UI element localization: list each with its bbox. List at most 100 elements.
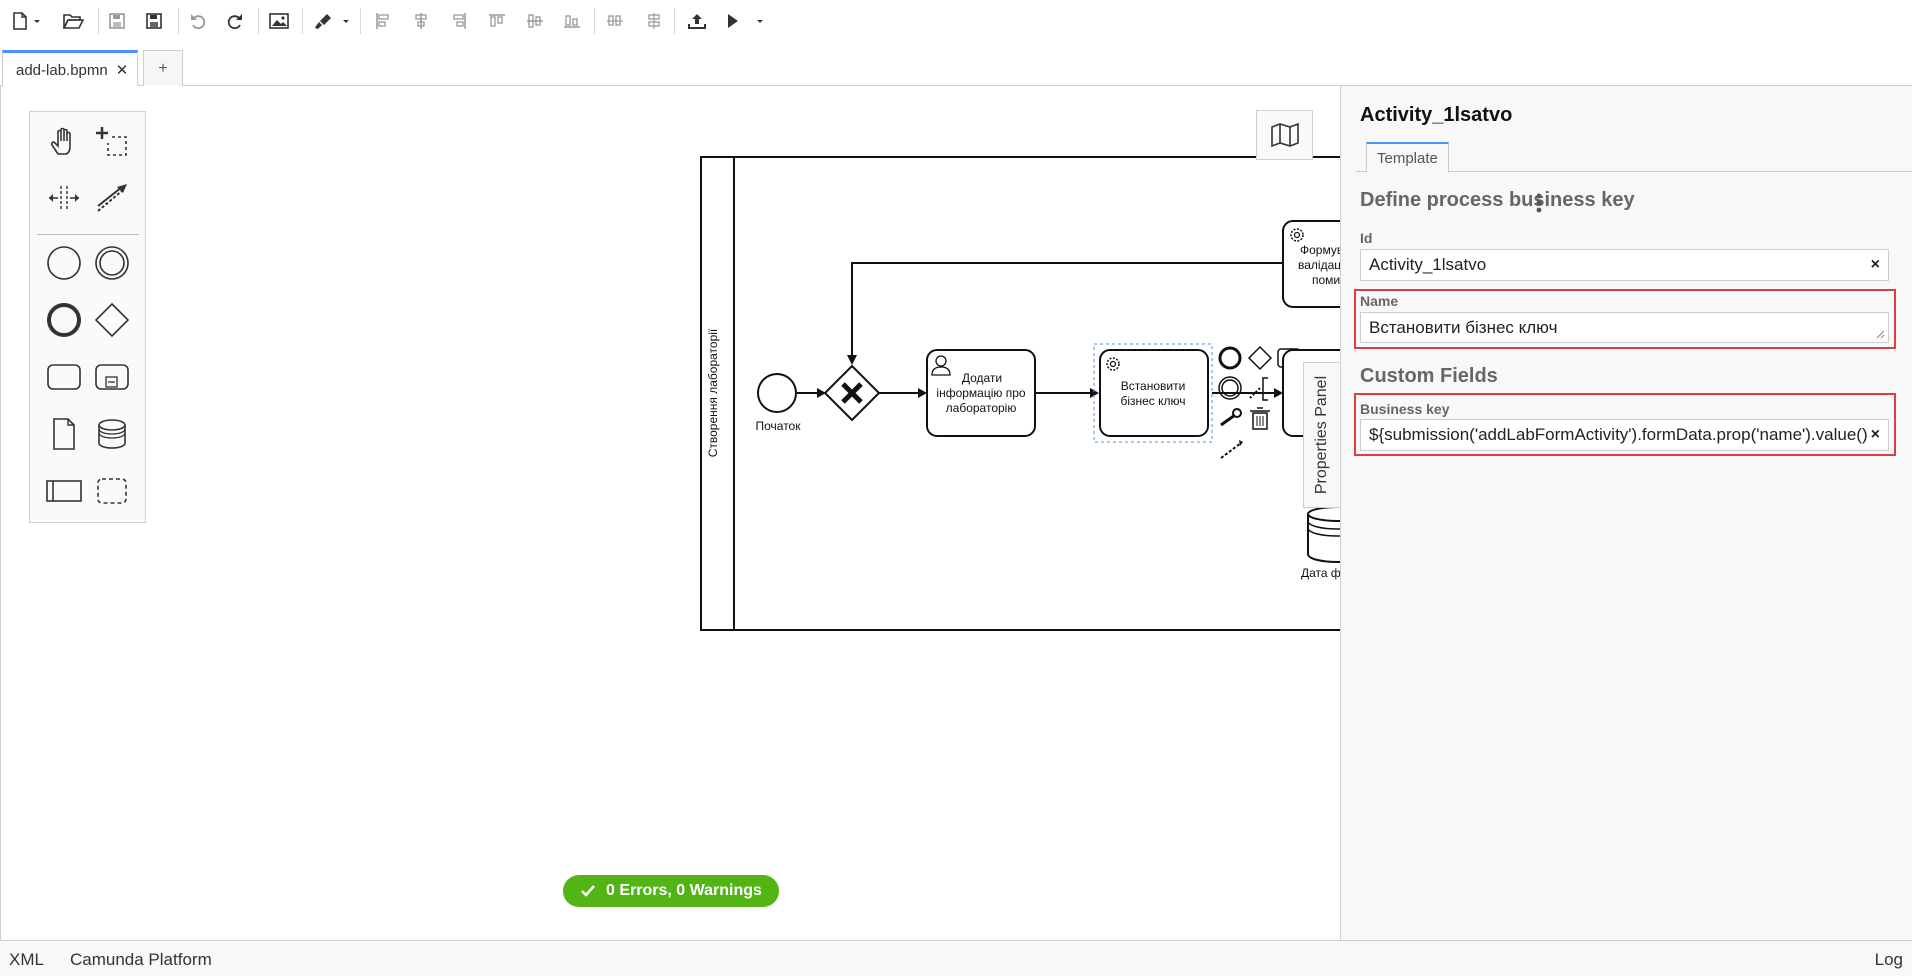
create-group[interactable] [89,468,135,514]
image-icon [269,13,289,29]
play-icon [728,14,763,28]
resize-handle-icon[interactable] [1876,330,1885,339]
top-task-label-line2: валідац [1298,258,1341,272]
tool-palette [29,111,146,523]
connect-icon [1220,442,1242,459]
create-end-event[interactable] [41,297,87,343]
create-data-object[interactable] [41,411,87,457]
name-field[interactable]: Встановити бізнес ключ [1360,312,1889,343]
align-center-button[interactable] [410,8,432,34]
service-task-label-line2: бізнес ключ [1120,394,1185,408]
map-icon [1270,122,1299,148]
create-start-event[interactable] [41,240,87,286]
align-middle-icon [527,14,543,28]
wrench-icon [1220,413,1236,427]
user-task-label-line2: інформацію про [936,386,1025,400]
add-tab-button[interactable]: + [143,50,183,86]
save-as-button[interactable] [141,8,167,34]
new-file-button[interactable] [8,8,44,34]
hand-tool[interactable] [41,119,87,165]
align-right-icon [453,13,466,29]
tab-template[interactable]: Template [1366,142,1449,173]
user-task-label-line3: лабораторію [946,401,1017,415]
custom-fields-title: Custom Fields [1360,365,1498,387]
platform-label[interactable]: Camunda Platform [70,950,212,970]
status-badge[interactable]: 0 Errors, 0 Warnings [563,875,779,907]
user-task-label-line1: Додати [962,371,1002,385]
create-data-store[interactable] [89,411,135,457]
tab-bar: add-lab.bpmn ✕ + [0,48,1912,87]
pool-icon [46,480,82,502]
service-task[interactable] [1099,349,1209,437]
business-key-label: Business key [1360,401,1450,417]
xml-tab[interactable]: XML [9,950,44,970]
clear-business-key-icon[interactable]: × [1866,426,1880,444]
align-middle-button[interactable] [524,8,546,34]
distribute-vertical-icon [648,13,660,29]
create-subprocess[interactable] [89,354,135,400]
start-instance-button[interactable] [724,8,768,34]
align-bottom-icon [564,15,580,28]
data-store-icon [98,419,126,449]
status-text: 0 Errors, 0 Warnings [606,882,762,899]
bpmn-diagram: Створення лабораторії Початок Додати інф… [700,156,1341,631]
clear-id-icon[interactable]: × [1866,256,1880,274]
create-task[interactable] [41,354,87,400]
redo-button[interactable] [222,8,248,34]
close-icon[interactable]: ✕ [116,61,129,79]
start-event-label: Початок [756,419,802,433]
distribute-horizontal-button[interactable] [604,8,626,34]
data-store[interactable] [1307,506,1341,564]
align-right-button[interactable] [448,8,470,34]
redo-icon [227,14,242,30]
start-event[interactable] [757,373,797,413]
save-button[interactable] [104,8,130,34]
align-left-icon [376,13,389,29]
name-value: Встановити бізнес ключ [1369,317,1558,337]
distribute-vertical-button[interactable] [643,8,665,34]
business-key-field[interactable]: ${submission('addLabFormActivity').formD… [1360,419,1889,451]
id-field[interactable]: Activity_1lsatvo × [1360,249,1889,281]
space-icon [49,186,79,210]
toolbar [0,0,1912,42]
tab-label: add-lab.bpmn [16,61,108,79]
lasso-tool[interactable] [89,119,135,165]
group-icon [97,478,127,504]
id-label: Id [1360,230,1373,246]
properties-panel-toggle[interactable]: Properties Panel [1303,362,1340,508]
open-file-button[interactable] [60,8,86,34]
log-toggle[interactable]: Log [1875,950,1903,970]
append-end-event-icon [1218,346,1242,370]
minimap-toggle-button[interactable] [1256,110,1313,160]
id-value: Activity_1lsatvo [1369,255,1487,274]
connect-icon [97,184,127,212]
undo-button[interactable] [185,8,211,34]
diagram-canvas[interactable]: Створення лабораторії Початок Додати інф… [0,86,1341,940]
name-label: Name [1360,293,1399,309]
deploy-button[interactable] [684,8,710,34]
trash-icon [1250,407,1270,430]
top-task-label-line3: поми [1312,273,1340,287]
global-connect-tool[interactable] [89,175,135,221]
create-pool[interactable] [41,468,87,514]
tab-add-lab-bpmn[interactable]: add-lab.bpmn ✕ [2,50,138,87]
color-picker-button[interactable] [310,8,352,34]
create-intermediate-event[interactable] [89,240,135,286]
subprocess-icon [95,364,129,390]
panel-tab-bar: Template [1356,140,1912,173]
align-left-button[interactable] [372,8,394,34]
create-gateway[interactable] [89,297,135,343]
align-bottom-button[interactable] [561,8,583,34]
task-icon [47,364,81,390]
business-key-value: ${submission('addLabFormActivity').formD… [1369,425,1874,444]
lasso-icon [96,127,127,156]
more-options-icon[interactable] [1533,192,1545,214]
export-image-button[interactable] [266,8,292,34]
save-as-icon [146,13,162,29]
status-bar: XML Camunda Platform Log [0,940,1912,976]
save-icon [109,13,125,29]
align-top-button[interactable] [486,8,508,34]
upload-icon [688,14,706,29]
space-tool[interactable] [41,175,87,221]
properties-panel-toggle-label: Properties Panel [1313,375,1330,495]
